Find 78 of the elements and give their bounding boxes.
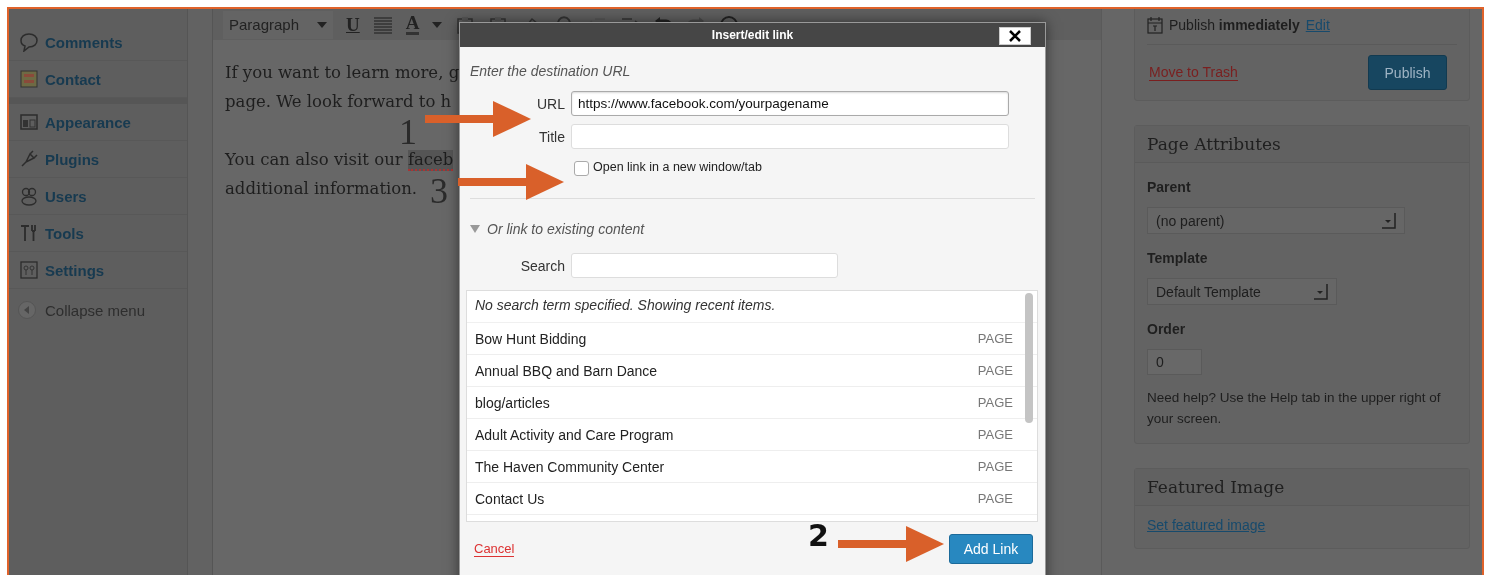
caret-icon[interactable] [432, 21, 443, 28]
sidebar-item[interactable]: Comments [9, 24, 187, 61]
result-type: PAGE [977, 459, 1013, 474]
result-title: Adult Activity and Care Program [475, 426, 674, 443]
sidebar-item[interactable]: Settings [9, 252, 187, 289]
field-label: Title [538, 128, 565, 145]
result-type: PAGE [977, 427, 1013, 442]
collapse-icon [17, 300, 37, 320]
parent-dropdown[interactable]: (no parent) [1147, 207, 1405, 234]
result-type: PAGE [977, 363, 1013, 378]
result-item[interactable]: Contact Us PAGE [467, 483, 1037, 515]
step-number: 1 [399, 118, 417, 147]
field-label: URL [536, 95, 565, 112]
help-text: Need help? Use the Help tab in the upper right of your screen. [1147, 389, 1442, 428]
editor-text-line: You can also visit our faceb [225, 149, 454, 173]
cancel-link[interactable]: Cancel [474, 541, 515, 557]
sliders-icon [19, 260, 39, 280]
dialog-title: Insert/edit link [711, 28, 794, 42]
result-type: PAGE [977, 491, 1013, 506]
result-title: Bow Hunt Bidding [475, 330, 587, 347]
editor-text-line: If you want to learn more, g [225, 62, 460, 84]
selected-word: faceb [407, 150, 454, 171]
field-label: Order [1147, 321, 1187, 337]
order-field[interactable]: 0 [1147, 349, 1202, 375]
sidebar-item[interactable]: Plugins [9, 141, 187, 178]
result-type: PAGE [977, 331, 1013, 346]
caret-icon [317, 21, 327, 28]
checkbox[interactable] [574, 161, 589, 176]
editor-text-line: additional information. [225, 178, 418, 200]
format-dropdown[interactable]: Paragraph [223, 10, 333, 39]
step-number: 3 [430, 177, 448, 206]
publish-schedule: Publish immediately [1169, 17, 1300, 33]
step-number: 2 [808, 524, 829, 548]
result-type: PAGE [977, 395, 1013, 410]
panel-title: Featured Image [1135, 469, 1469, 506]
editor-text-line: page. We look forward to h [225, 91, 452, 113]
checkbox-label: Open link in a new window/tab [593, 159, 762, 174]
caret-icon [1314, 283, 1328, 300]
sidebar-item[interactable]: Contact [9, 61, 187, 98]
move-to-trash-link[interactable]: Move to Trash [1149, 64, 1238, 81]
publish-button[interactable]: Publish [1368, 55, 1447, 90]
result-item[interactable]: The Haven Community Center PAGE [467, 451, 1037, 483]
result-title: The Haven Community Center [475, 458, 665, 475]
triangle-icon[interactable] [470, 225, 480, 233]
search-field[interactable] [571, 253, 838, 278]
set-featured-image-link[interactable]: Set featured image [1147, 517, 1266, 533]
form-icon [19, 69, 39, 89]
users-icon [19, 186, 39, 206]
sidebar-item[interactable]: Appearance [9, 104, 187, 141]
url-field[interactable]: https://www.facebook.com/yourpagename [571, 91, 1009, 116]
justify-icon[interactable] [372, 15, 393, 34]
close-button[interactable] [999, 27, 1031, 45]
title-field[interactable] [571, 124, 1009, 149]
edit-link[interactable]: Edit [1305, 17, 1330, 33]
scrollbar-thumb[interactable] [1025, 293, 1033, 423]
template-dropdown[interactable]: Default Template [1147, 278, 1337, 305]
existing-content-toggle[interactable]: Or link to existing content [487, 221, 645, 237]
text-color-button[interactable]: A [405, 14, 420, 35]
calendar-icon [1147, 16, 1163, 34]
underline-button[interactable]: U [346, 13, 360, 36]
caret-icon [1382, 212, 1396, 229]
url-heading: Enter the destination URL [470, 63, 632, 79]
result-title: Annual BBQ and Barn Dance [475, 362, 658, 379]
field-label: Template [1147, 250, 1209, 266]
tools-icon [19, 223, 39, 243]
field-label: Parent [1147, 179, 1192, 195]
sidebar-item[interactable]: Users [9, 178, 187, 215]
panel-title: Page Attributes [1135, 126, 1469, 163]
result-item[interactable]: Adult Activity and Care Program PAGE [467, 419, 1037, 451]
close-icon [1009, 30, 1021, 42]
field-label: Search [519, 257, 565, 274]
result-title: blog/articles [475, 394, 550, 411]
add-link-button[interactable]: Add Link [949, 534, 1033, 564]
plug-icon [19, 149, 39, 169]
sidebar-item[interactable]: Tools [9, 215, 187, 252]
layout-icon [19, 112, 39, 132]
result-title: Contact Us [475, 490, 545, 507]
comment-bubble-icon [19, 32, 39, 52]
